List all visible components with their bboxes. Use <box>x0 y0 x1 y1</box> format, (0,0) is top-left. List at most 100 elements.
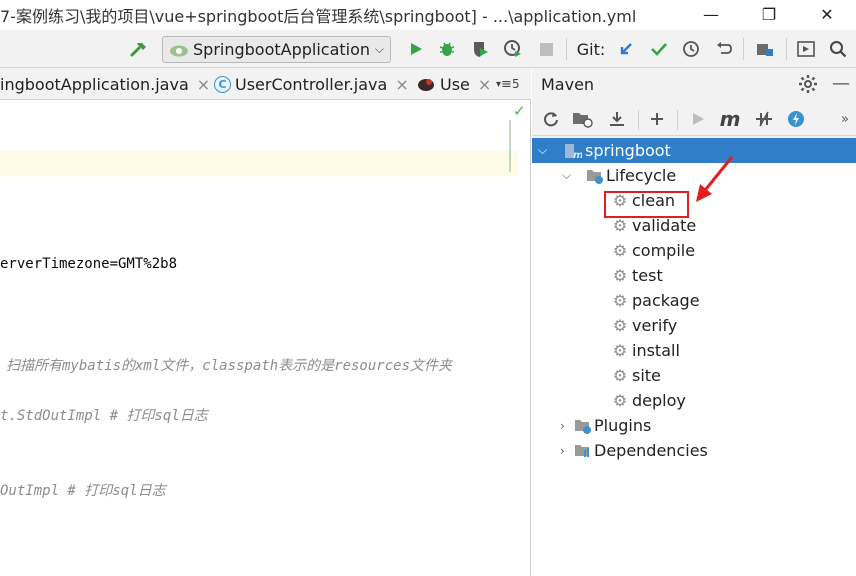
mybatis-bird-icon <box>418 79 434 91</box>
gear-icon: ⚙ <box>612 266 628 285</box>
lifecycle-goal-install[interactable]: ⚙ install <box>532 338 856 363</box>
run-configuration-label: SpringbootApplication <box>193 40 371 59</box>
gear-icon: ⚙ <box>612 216 628 235</box>
debug-bug-icon[interactable] <box>435 30 459 68</box>
lifecycle-goal-test[interactable]: ⚙ test <box>532 263 856 288</box>
gear-icon: ⚙ <box>612 391 628 410</box>
goal-label: verify <box>632 316 678 335</box>
window-title: 7-案例练习\我的项目\vue+springboot后台管理系统\springb… <box>0 7 637 26</box>
gear-icon: ⚙ <box>612 341 628 360</box>
spring-leaf-icon <box>170 45 188 56</box>
editor-tab-bar: ingbootApplication.java × C UserControll… <box>0 68 531 100</box>
tab-springboot-application[interactable]: ingbootApplication.java × <box>0 68 210 100</box>
editor-gutter-marker <box>509 120 511 172</box>
plugins-label: Plugins <box>594 416 652 435</box>
chevron-down-icon[interactable]: ⌵ <box>562 168 574 183</box>
build-hammer-icon[interactable] <box>126 30 152 68</box>
main-toolbar: SpringbootApplication ⌵ Git: <box>0 30 856 68</box>
chevron-down-icon[interactable]: ⌵ <box>538 143 550 158</box>
search-icon[interactable] <box>826 30 850 68</box>
list-icon: ≡ <box>501 76 512 92</box>
run-anything-icon[interactable] <box>794 30 818 68</box>
maven-title: Maven <box>541 74 595 94</box>
gear-icon: ⚙ <box>612 241 628 260</box>
skip-tests-lightning-icon[interactable] <box>784 102 808 136</box>
tab-label: UserController.java <box>235 74 388 94</box>
lifecycle-goal-validate[interactable]: ⚙ validate <box>532 213 856 238</box>
chevron-right-icon[interactable]: › <box>560 444 572 458</box>
goal-label: test <box>632 266 663 285</box>
code-comment-line: OutImpl # 打印sql日志 <box>0 483 166 499</box>
tab-close-icon[interactable]: × <box>197 75 210 94</box>
gear-icon: ⚙ <box>612 366 628 385</box>
git-history-clock-icon[interactable] <box>679 30 703 68</box>
inspection-ok-check-icon: ✓ <box>513 102 526 120</box>
coverage-shield-icon[interactable] <box>467 30 493 68</box>
folder-gear-icon <box>575 419 591 434</box>
chevron-right-icon[interactable]: › <box>560 419 572 433</box>
maven-tool-window: Maven — m » ⌵ springboot ⌵ Lifecycle ⚙ c… <box>532 68 856 576</box>
maven-toolbar: m » <box>532 102 856 136</box>
hide-panel-icon[interactable]: — <box>832 73 850 94</box>
current-line-highlight <box>0 151 518 176</box>
title-bar: 7-案例练习\我的项目\vue+springboot后台管理系统\springb… <box>0 0 856 28</box>
gear-icon: ⚙ <box>612 316 628 335</box>
goal-label: deploy <box>632 391 686 410</box>
minimize-button[interactable]: — <box>688 0 734 28</box>
toolbar-divider <box>743 38 744 60</box>
project-label: springboot <box>585 141 671 160</box>
lifecycle-goal-deploy[interactable]: ⚙ deploy <box>532 388 856 413</box>
lifecycle-goal-package[interactable]: ⚙ package <box>532 288 856 313</box>
tab-overflow-button[interactable]: ▾ ≡ 5 <box>496 68 520 100</box>
lifecycle-label: Lifecycle <box>606 166 677 185</box>
more-actions-icon[interactable]: » <box>838 102 852 136</box>
lifecycle-goal-compile[interactable]: ⚙ compile <box>532 238 856 263</box>
project-structure-icon[interactable] <box>752 30 778 68</box>
gear-icon[interactable] <box>798 74 818 98</box>
toolbar-divider <box>677 110 678 130</box>
lifecycle-goal-site[interactable]: ⚙ site <box>532 363 856 388</box>
run-icon[interactable] <box>404 30 428 68</box>
maven-header: Maven — <box>532 68 856 100</box>
red-arrow-annotation <box>696 156 734 202</box>
lifecycle-goal-verify[interactable]: ⚙ verify <box>532 313 856 338</box>
toggle-offline-icon[interactable] <box>752 102 776 136</box>
tree-item-plugins[interactable]: › Plugins <box>532 413 856 438</box>
dependencies-folder-icon <box>575 444 589 457</box>
reload-icon[interactable] <box>540 102 562 136</box>
goal-label: validate <box>632 216 697 235</box>
profiler-clock-icon[interactable] <box>500 30 526 68</box>
git-commit-check-icon[interactable] <box>647 30 671 68</box>
chevron-down-icon: ⌵ <box>374 42 384 56</box>
maximize-button[interactable]: ❐ <box>746 0 792 28</box>
dependencies-label: Dependencies <box>594 441 708 460</box>
toolbar-divider <box>786 38 787 60</box>
tree-item-dependencies[interactable]: › Dependencies <box>532 438 856 463</box>
goal-label: site <box>632 366 661 385</box>
toolbar-divider <box>638 110 639 130</box>
tab-close-icon[interactable]: × <box>478 75 491 94</box>
highlight-box-annotation <box>604 191 689 218</box>
generate-sources-folder-icon[interactable] <box>571 102 595 136</box>
folder-gear-icon <box>587 169 603 184</box>
add-icon[interactable] <box>646 102 668 136</box>
tab-close-icon[interactable]: × <box>395 75 408 94</box>
close-button[interactable]: ✕ <box>804 0 850 28</box>
tab-user-controller[interactable]: C UserController.java × <box>214 68 409 100</box>
download-icon[interactable] <box>605 102 629 136</box>
maven-project-tree: ⌵ m springboot ⌵ Lifecycle ⚙ clean ⚙ val… <box>532 138 856 576</box>
rollback-undo-icon[interactable] <box>712 30 736 68</box>
tab-user[interactable]: Use × <box>416 68 491 100</box>
git-update-arrow-icon[interactable] <box>614 30 638 68</box>
svg-text:m: m <box>573 150 582 160</box>
maven-project-icon: m <box>565 143 582 160</box>
code-editor[interactable]: ✓ erverTimezone=GMT%2b8 扫描所有mybatis的xml文… <box>0 100 531 576</box>
run-maven-build-icon[interactable] <box>687 102 709 136</box>
git-label: Git: <box>576 39 606 59</box>
run-configuration-select[interactable]: SpringbootApplication ⌵ <box>162 36 391 63</box>
execute-maven-goal-m-icon[interactable]: m <box>718 102 742 136</box>
stop-icon[interactable] <box>535 30 557 68</box>
goal-label: compile <box>632 241 696 260</box>
toolbar-divider <box>566 38 567 60</box>
code-comment-line: t.StdOutImpl # 打印sql日志 <box>0 408 208 424</box>
